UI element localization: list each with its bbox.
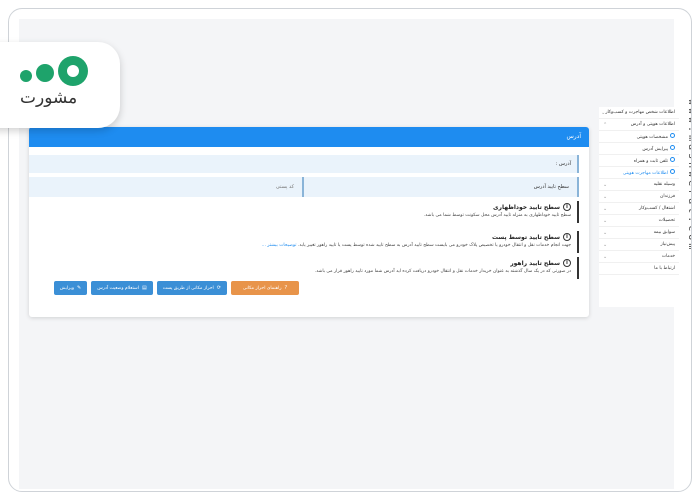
sidebar-item[interactable]: خدمات ⌄ [599, 251, 679, 263]
bullet-icon [670, 145, 675, 150]
level-title: سطح تایید خوداظهاری [493, 203, 560, 211]
chevron-down-icon: ⌄ [603, 193, 608, 200]
refresh-icon: ⟳ [216, 285, 221, 291]
watermark: www.mashwerat.com [686, 99, 692, 253]
info-icon: i [563, 203, 571, 211]
sidebar: اطلاعات شخص مهاجرت و کسب‌وکار ⌄ اطلاعات ه… [599, 107, 679, 307]
more-info-link[interactable]: توضیحات بیشتر ... [262, 243, 297, 248]
sidebar-item[interactable]: سوابق بیمه ⌄ [599, 227, 679, 239]
sidebar-item[interactable]: مشخصات هویتی [599, 131, 679, 143]
question-icon: ? [284, 285, 288, 291]
edit-button[interactable]: ✎ ویرایش [53, 281, 88, 295]
bullet-icon [670, 169, 675, 174]
location-guide-button[interactable]: ? راهنمای احراز مکانی [231, 281, 299, 295]
address-row: آدرس : [29, 155, 579, 173]
sidebar-item[interactable]: فرزندان ⌄ [599, 191, 679, 203]
bullet-icon [670, 133, 675, 138]
sidebar-item[interactable]: اطلاعات هویتی و آدرس ⌃ [599, 119, 679, 131]
chevron-down-icon: ⌄ [603, 217, 608, 224]
sidebar-item[interactable]: پیرایش آدرس [599, 143, 679, 155]
card-header: آدرس [29, 127, 589, 147]
sidebar-item[interactable]: پیش‌نیاز ⌄ [599, 239, 679, 251]
verification-level-label: سطح تایید آدرس [304, 177, 579, 197]
brand-logo: مشورت [0, 42, 120, 128]
chevron-down-icon: ⌄ [603, 181, 608, 188]
sidebar-item[interactable]: وسیله نقلیه ⌄ [599, 179, 679, 191]
sidebar-item[interactable]: اشتغال / کسب‌وکار ⌄ [599, 203, 679, 215]
level-title: سطح تایید راهور [510, 259, 560, 267]
logo-ring [58, 56, 88, 86]
level-post: i سطح تایید توسط پست جهت انجام خدمات نقل … [29, 231, 579, 253]
chevron-up-icon: ⌃ [603, 121, 608, 128]
postal-code-label: کد پستی [29, 177, 304, 197]
level-self-declared: i سطح تایید خوداظهاری سطح تایید خوداظهاری… [29, 201, 579, 223]
info-icon: i [563, 259, 571, 267]
action-buttons: ? راهنمای احراز مکانی ⟳ احراز مکانی از طری… [53, 281, 299, 295]
chevron-down-icon: ⌄ [601, 109, 606, 116]
level-description: جهت انجام خدمات نقل و انتقال خودرو یا تخ… [297, 243, 571, 248]
sidebar-item[interactable]: تحصیلات ⌄ [599, 215, 679, 227]
address-status-button[interactable]: ▤ استعلام وضعیت آدرس [91, 281, 153, 295]
sidebar-item-active[interactable]: اطلاعات مهاجرت هویتی [599, 167, 679, 179]
pencil-icon: ✎ [77, 285, 82, 291]
info-icon: i [563, 233, 571, 241]
chevron-down-icon: ⌄ [603, 229, 608, 236]
level-description-tail: می باشد. [314, 269, 333, 274]
post-verify-button[interactable]: ⟳ احراز مکانی از طریق پست [156, 281, 227, 295]
level-title: سطح تایید توسط پست [491, 233, 560, 241]
level-description: سطح تایید خوداظهاری به منزله تایید آدرس … [423, 213, 571, 218]
logo-dot-small [20, 70, 32, 82]
chevron-down-icon: ⌄ [603, 253, 608, 260]
level-police: i سطح تایید راهور در صورتی که در یک سال گ… [29, 257, 579, 279]
chevron-down-icon: ⌄ [603, 205, 608, 212]
sidebar-item[interactable]: اطلاعات شخص مهاجرت و کسب‌وکار ⌄ [599, 107, 679, 119]
chevron-down-icon: ⌄ [603, 241, 608, 248]
level-description: در صورتی که در یک سال گذشته به عنوان خری… [333, 269, 571, 274]
sidebar-item[interactable]: تلفن ثابت و همراه [599, 155, 679, 167]
logo-wordmark: مشورت [20, 88, 78, 108]
chat-icon: ▤ [141, 285, 147, 291]
info-row: سطح تایید آدرس کد پستی [29, 177, 579, 197]
sidebar-item[interactable]: ارتباط با ما [599, 263, 679, 275]
logo-dot-medium [36, 64, 54, 82]
bullet-icon [670, 157, 675, 162]
address-card: آدرس آدرس : سطح تایید آدرس کد پستی i سطح … [29, 127, 589, 317]
